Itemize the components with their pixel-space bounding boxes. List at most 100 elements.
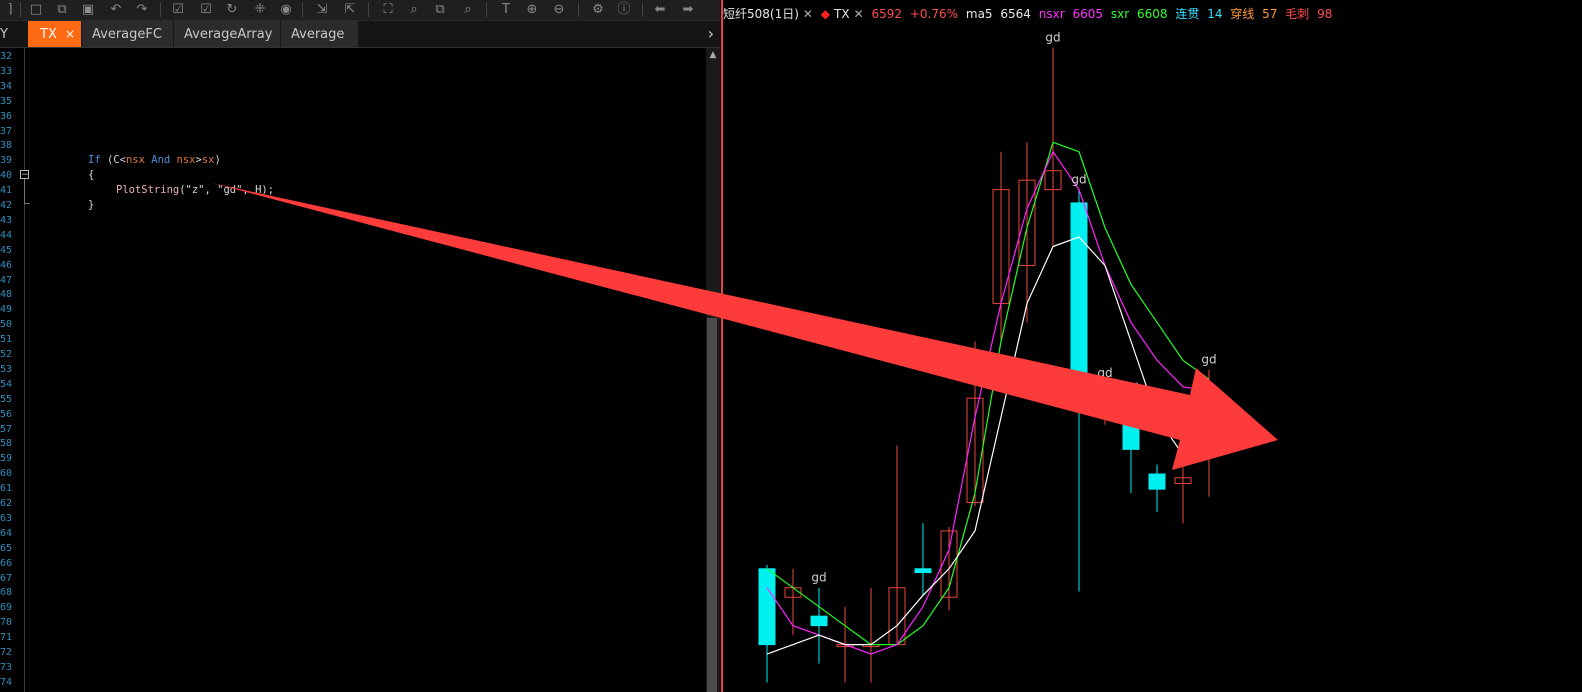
candle-body: [758, 568, 776, 646]
toolbar-separator: [302, 3, 303, 17]
line-number: 32: [0, 51, 13, 62]
zoom-in-icon[interactable]: ⊕: [524, 2, 540, 18]
line-number: 42: [0, 200, 13, 211]
tab-label: AverageArray: [184, 27, 273, 42]
line-number: 34: [0, 80, 13, 92]
code-line-41: PlotString("z", "gd", H);: [116, 183, 274, 198]
code-token: ("z", "gd", H);: [179, 184, 275, 196]
fold-toggle-icon[interactable]: −: [20, 170, 29, 180]
line-number: 63: [0, 512, 13, 524]
signal-label: gd: [1201, 353, 1216, 367]
line-number: 74: [0, 676, 13, 688]
toolbar-separator: [578, 3, 579, 17]
zoom-out-icon[interactable]: ⊖: [551, 2, 567, 18]
check-icon[interactable]: ☑: [170, 2, 186, 18]
partial-icon[interactable]: ⌉: [2, 2, 18, 18]
line-number: 33: [0, 65, 13, 77]
tab-label: Average: [291, 27, 345, 42]
keyword: If: [88, 154, 101, 166]
close-icon[interactable]: ×: [65, 21, 75, 48]
tab-tx[interactable]: TX ×: [28, 21, 82, 47]
line-number: 57: [0, 423, 13, 435]
keyword: And: [144, 154, 177, 166]
copy-icon[interactable]: ⧉: [54, 2, 70, 18]
redo-icon[interactable]: ↷: [134, 2, 150, 18]
line-number: 36: [0, 110, 13, 122]
code-line-40: {: [88, 169, 95, 181]
tab-averagefc[interactable]: AverageFC: [82, 21, 174, 47]
stop-icon[interactable]: ◉: [278, 2, 294, 18]
line-number: 64: [0, 527, 13, 539]
replace-icon[interactable]: ⧉: [432, 2, 448, 18]
line-number: 70: [0, 617, 13, 629]
signal-label: gd: [811, 571, 826, 585]
scroll-up-icon[interactable]: ▲: [706, 50, 720, 60]
candle-body: [810, 615, 828, 627]
text-icon[interactable]: T: [498, 2, 514, 18]
nsx-line: [766, 150, 1210, 655]
code-line-42: }: [88, 199, 95, 211]
back-arrow-icon[interactable]: ⬅: [652, 2, 668, 18]
line-number: 37: [0, 125, 13, 137]
chevron-right-icon[interactable]: ›: [708, 21, 714, 47]
candle-body: [1148, 473, 1166, 490]
code-token: (C<: [100, 154, 126, 166]
line-number: 66: [0, 557, 13, 569]
line-number: 40: [0, 170, 13, 182]
line-number: 59: [0, 453, 13, 465]
code-editor[interactable]: 32 33 34 35 36 37 38 39 40 41 42 43 44 45 46 47 48 49 50 51…: [0, 48, 706, 692]
search-icon[interactable]: ⌕: [406, 2, 422, 18]
tab-label: TX: [40, 27, 57, 42]
scroll-thumb[interactable]: [707, 318, 717, 692]
paste-icon[interactable]: ▣: [80, 2, 96, 18]
toolbar-separator: [642, 3, 643, 17]
check-all-icon[interactable]: ☑: [198, 2, 214, 18]
line-number: 46: [0, 259, 13, 271]
line-number: 44: [0, 229, 13, 241]
line-number: 54: [0, 378, 13, 390]
export-icon[interactable]: ⇱: [342, 2, 358, 18]
line-number: 71: [0, 632, 13, 644]
tab-partial[interactable]: Y: [0, 21, 28, 47]
code-line-39: If (C<nsx And nsx>sx): [88, 153, 221, 168]
line-number: 49: [0, 304, 13, 316]
undo-icon[interactable]: ↶: [108, 2, 124, 18]
info-icon[interactable]: ⓘ: [616, 2, 632, 18]
line-number: 62: [0, 498, 13, 509]
kline-chart[interactable]: 短纤508(1日) ✕ ◆ TX ✕ 6592 +0.76% ma5 6564 nsx…: [723, 0, 1582, 692]
select-icon[interactable]: ⛶: [380, 2, 396, 18]
verify-icon[interactable]: ⁜: [252, 2, 268, 18]
variable: nsx: [176, 154, 196, 166]
line-number: 68: [0, 587, 13, 599]
variable: nsx: [125, 154, 145, 166]
find-icon[interactable]: ⌕: [460, 2, 476, 18]
line-number: 50: [0, 319, 13, 331]
line-number: 58: [0, 438, 13, 450]
compile-icon[interactable]: ↻: [224, 2, 240, 18]
line-number: 45: [0, 244, 13, 256]
line-number: 47: [0, 274, 13, 286]
editor-scrollbar[interactable]: ▲: [706, 48, 720, 692]
tab-label: Y: [0, 27, 8, 42]
fold-guide: [24, 179, 25, 203]
candle-body: [914, 568, 932, 574]
line-number: 53: [0, 363, 13, 375]
line-number: 41: [0, 185, 13, 197]
tab-average[interactable]: Average: [281, 21, 359, 47]
code-token: ): [214, 154, 221, 166]
signal-label: gd: [1045, 30, 1060, 44]
sx-line: [766, 141, 1210, 646]
line-number: 67: [0, 572, 13, 584]
line-number: 73: [0, 661, 13, 673]
gear-icon[interactable]: ⚙: [590, 2, 606, 18]
line-number: 39: [0, 155, 13, 167]
line-number: 61: [0, 483, 13, 495]
line-number: 65: [0, 542, 13, 554]
editor-toolbar: ⌉ □ ⧉ ▣ ↶ ↷ ☑ ☑ ↻ ⁜ ◉ ⇲ ⇱ ⛶ ⌕ ⧉ ⌕ T ⊕ ⊖ …: [0, 0, 720, 21]
toolbar-separator: [368, 3, 369, 17]
new-file-icon[interactable]: □: [28, 2, 44, 18]
candle-body: [1070, 202, 1088, 388]
forward-arrow-icon[interactable]: ➡: [680, 2, 696, 18]
import-icon[interactable]: ⇲: [314, 2, 330, 18]
tab-averagearray[interactable]: AverageArray: [174, 21, 281, 47]
